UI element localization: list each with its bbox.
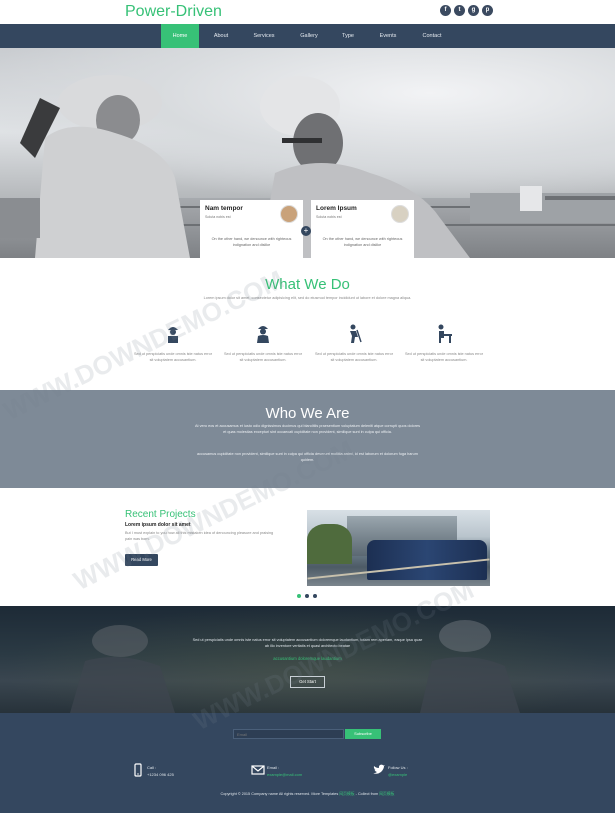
cta-text: Sed ut perspiciatis unde omnis iste natu… bbox=[192, 638, 423, 648]
service-text: Sed ut perspiciatis unde omnis iste natu… bbox=[404, 352, 484, 362]
avatar bbox=[280, 205, 298, 223]
email-field[interactable] bbox=[233, 729, 344, 739]
service-text: Sed ut perspiciatis unde omnis iste natu… bbox=[133, 352, 213, 362]
service-item: Sed ut perspiciatis unde omnis iste natu… bbox=[223, 323, 303, 363]
twitter-icon[interactable]: t bbox=[454, 5, 465, 16]
copyright-tail: More Templates bbox=[311, 792, 339, 796]
service-item: Sed ut perspiciatis unde omnis iste natu… bbox=[314, 323, 394, 363]
envelope-icon bbox=[251, 765, 265, 775]
google-plus-icon[interactable]: g bbox=[468, 5, 479, 16]
nav-services[interactable]: Services bbox=[243, 24, 285, 48]
nav-contact[interactable]: Contact bbox=[411, 24, 453, 48]
phone-icon bbox=[134, 763, 142, 777]
section-text: But I must explain to you how all this m… bbox=[125, 531, 274, 541]
copyright-link[interactable]: 网页模板 bbox=[379, 792, 394, 796]
card-body: On the other hand, we denounce with righ… bbox=[322, 237, 403, 247]
top-bar: Power-Driven f t g p bbox=[0, 0, 615, 24]
recent-projects-section: Recent Projects Lorem ipsum dolor sit am… bbox=[0, 488, 615, 606]
facebook-icon[interactable]: f bbox=[440, 5, 451, 16]
carousel-dot[interactable] bbox=[305, 594, 309, 598]
section-title: Who We Are bbox=[265, 405, 350, 422]
plus-icon[interactable]: + bbox=[301, 226, 311, 236]
who-paragraph: At vero eos et accusamus et iusto odio d… bbox=[195, 424, 420, 434]
photo-tree bbox=[307, 524, 352, 564]
read-more-button[interactable]: Read More bbox=[125, 554, 158, 566]
digging-worker-icon bbox=[350, 324, 362, 343]
what-we-do-section: What We Do Lorem ipsum dolor sit amet, c… bbox=[0, 258, 615, 390]
service-text: Sed ut perspiciatis unde omnis iste natu… bbox=[314, 352, 394, 362]
twitter-bird-icon bbox=[373, 764, 385, 774]
section-subtitle: Lorem ipsum dolor sit amet, consectetur … bbox=[203, 296, 412, 300]
subscribe-button[interactable]: Subscribe bbox=[345, 729, 381, 739]
footer-label: Email : bbox=[267, 765, 280, 770]
footer-label: Follow Us : bbox=[388, 765, 408, 770]
service-text: Sed ut perspiciatis unde omnis iste natu… bbox=[223, 352, 303, 362]
who-we-are-section: Who We Are At vero eos et accusamus et i… bbox=[0, 390, 615, 488]
footer-value[interactable]: example@mail.com bbox=[267, 772, 302, 777]
copyright-collect: - Collect from bbox=[355, 792, 379, 796]
copyright-text: Copyright © 2015 Company name All rights… bbox=[220, 792, 311, 796]
footer-label: Call : bbox=[147, 765, 157, 770]
nav-about[interactable]: About bbox=[201, 24, 241, 48]
brand-logo[interactable]: Power-Driven bbox=[125, 3, 222, 21]
nav-events[interactable]: Events bbox=[368, 24, 408, 48]
pinterest-icon[interactable]: p bbox=[482, 5, 493, 16]
who-paragraph: accusamus cupiditate non provident, simi… bbox=[197, 452, 418, 462]
copyright: Copyright © 2015 Company name All rights… bbox=[0, 792, 615, 797]
carousel-dots bbox=[297, 594, 317, 598]
nav-gallery[interactable]: Gallery bbox=[288, 24, 330, 48]
nav-type[interactable]: Type bbox=[331, 24, 365, 48]
main-nav: Home About Services Gallery Type Events … bbox=[0, 24, 615, 48]
construction-worker-icon bbox=[257, 326, 269, 343]
card-body: On the other hand, we denounce with righ… bbox=[211, 237, 292, 247]
worker-helmet-icon bbox=[168, 327, 178, 343]
section-title: What We Do bbox=[265, 276, 350, 293]
get-start-button[interactable]: Get Start bbox=[290, 676, 325, 688]
project-photo[interactable] bbox=[307, 510, 490, 586]
service-item: Sed ut perspiciatis unde omnis iste natu… bbox=[133, 323, 213, 363]
hero-card-2: Lorem Ipsum Soluta nobis est On the othe… bbox=[311, 200, 414, 258]
section-subtitle: Lorem ipsum dolor sit amet bbox=[125, 522, 191, 528]
avatar bbox=[391, 205, 409, 223]
cta-section: Sed ut perspiciatis unde omnis iste natu… bbox=[0, 606, 615, 713]
carousel-dot[interactable] bbox=[313, 594, 317, 598]
hero-banner: Nam tempor Soluta nobis est On the other… bbox=[0, 48, 615, 258]
service-item: Sed ut perspiciatis unde omnis iste natu… bbox=[404, 323, 484, 363]
carousel-dot[interactable] bbox=[297, 594, 301, 598]
desk-worker-icon bbox=[438, 324, 452, 343]
footer-value[interactable]: @example bbox=[388, 772, 407, 777]
footer-value: +1234 096 425 bbox=[147, 772, 174, 777]
hero-card-1: Nam tempor Soluta nobis est On the other… bbox=[200, 200, 303, 258]
footer: Subscribe Call : +1234 096 425 Email : e… bbox=[0, 713, 615, 813]
copyright-link[interactable]: 网页模板 bbox=[339, 792, 354, 796]
cta-highlight: accusantium doloremque laudantium bbox=[273, 656, 342, 661]
section-title: Recent Projects bbox=[125, 509, 196, 520]
nav-home[interactable]: Home bbox=[161, 24, 199, 48]
social-links: f t g p bbox=[440, 5, 493, 16]
